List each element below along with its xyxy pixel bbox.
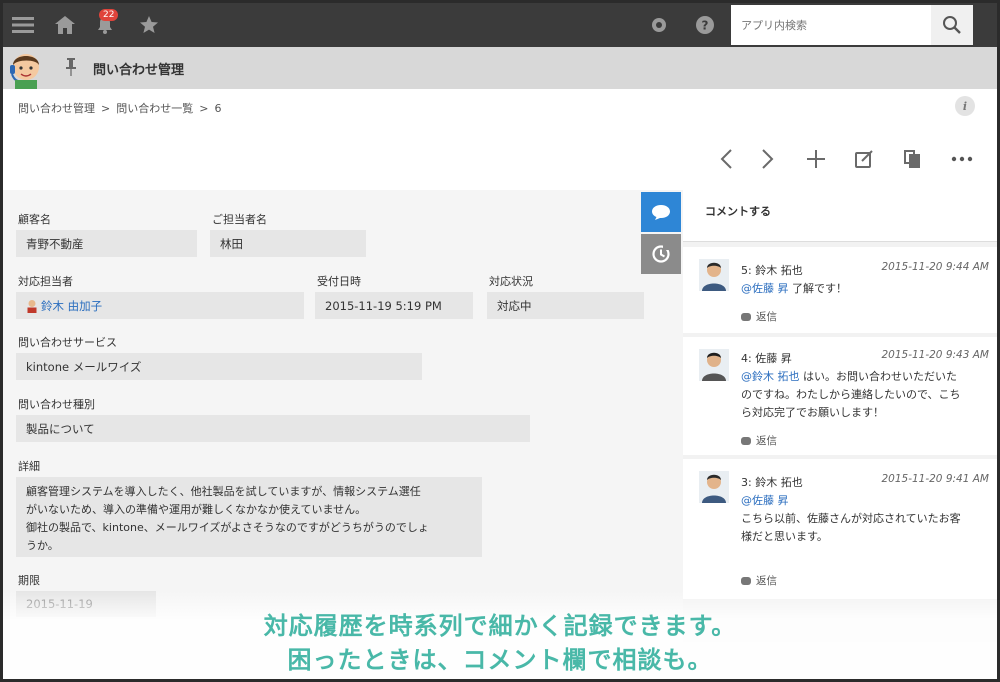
svg-text:?: ? xyxy=(702,19,709,33)
search-icon xyxy=(943,16,961,34)
detail-line: うか。 xyxy=(26,539,59,552)
comment-mention[interactable]: @鈴木 拓也 xyxy=(741,370,800,383)
type-value: 製品について xyxy=(16,415,530,442)
window-frame: 22 ? 問い合わせ xyxy=(0,0,1000,682)
history-tab[interactable] xyxy=(641,234,681,274)
comment-time: 2015-11-20 9:44 AM xyxy=(881,261,989,273)
comment-text: はい。お問い合わせいただいた xyxy=(799,370,957,383)
breadcrumb-separator: > xyxy=(101,102,111,115)
chevron-left-icon xyxy=(720,149,732,169)
comment-item: 3: 鈴木 拓也 2015-11-20 9:41 AM @佐藤 昇 こちら以前、… xyxy=(683,459,997,599)
service-label: 問い合わせサービス xyxy=(18,336,117,349)
avatar[interactable] xyxy=(699,471,729,503)
reply-button[interactable]: 返信 xyxy=(741,309,777,324)
detail-value: 顧客管理システムを導入したく、他社製品を試していますが、情報システム選任 がいな… xyxy=(16,477,482,557)
copy-icon xyxy=(904,150,920,168)
received-value: 2015-11-19 5:19 PM xyxy=(315,292,473,319)
reply-icon xyxy=(741,577,751,585)
star-icon[interactable] xyxy=(135,11,163,39)
breadcrumb: 問い合わせ管理 > 問い合わせ一覧 >6 xyxy=(18,100,227,116)
status-value: 対応中 xyxy=(487,292,644,319)
detail-line: 顧客管理システムを導入したく、他社製品を試していますが、情報システム選任 xyxy=(26,485,421,498)
comment-text: ら対応完了でお願いします！ xyxy=(741,406,884,419)
comment-body: @鈴木 拓也 はい。お問い合わせいただいた のですね。わたしから連絡したいので、… xyxy=(741,368,991,422)
plus-icon xyxy=(807,150,825,168)
assignee-value: 鈴木 由加子 xyxy=(16,292,304,319)
comment-input-placeholder: コメントする xyxy=(705,205,771,218)
comment-body: @佐藤 昇 こちら以前、佐藤さんが対応されていたお客 様だと思います。 xyxy=(741,492,991,546)
status-label: 対応状況 xyxy=(489,275,533,288)
more-options-button[interactable] xyxy=(949,146,975,172)
comment-body: @佐藤 昇 了解です！ xyxy=(741,280,991,298)
caption-line-2: 困ったときは、コメント欄で相談も。 xyxy=(287,646,713,674)
breadcrumb-record: 6 xyxy=(214,102,222,115)
comment-text: 了解です！ xyxy=(788,282,847,295)
gear-icon[interactable] xyxy=(645,11,673,39)
reply-label: 返信 xyxy=(756,575,777,587)
duplicate-record-button[interactable] xyxy=(899,146,925,172)
contact-label: ご担当者名 xyxy=(212,213,267,226)
deadline-label: 期限 xyxy=(18,574,40,587)
add-record-button[interactable] xyxy=(803,146,829,172)
search-input[interactable] xyxy=(731,5,931,45)
comment-icon xyxy=(652,205,670,220)
breadcrumb-list[interactable]: 問い合わせ一覧 xyxy=(116,102,193,115)
edit-icon xyxy=(855,150,873,168)
edit-record-button[interactable] xyxy=(851,146,877,172)
avatar[interactable] xyxy=(699,349,729,381)
pin-icon[interactable] xyxy=(65,57,77,81)
comment-input[interactable]: コメントする xyxy=(683,190,997,242)
assignee-label: 対応担当者 xyxy=(18,275,73,288)
contact-value: 林田 xyxy=(210,230,366,257)
info-icon[interactable]: i xyxy=(955,96,975,116)
assignee-link[interactable]: 鈴木 由加子 xyxy=(41,298,102,314)
detail-label: 詳細 xyxy=(18,460,40,473)
comment-mention[interactable]: @佐藤 昇 xyxy=(741,282,789,295)
customer-value: 青野不動産 xyxy=(16,230,197,257)
comment-time: 2015-11-20 9:43 AM xyxy=(881,349,989,361)
service-value: kintone メールワイズ xyxy=(16,353,422,380)
detail-line: 御社の製品で、kintone、メールワイズがよさそうなのですがどうちがうのでしょ xyxy=(26,521,429,534)
reply-icon xyxy=(741,437,751,445)
ellipsis-icon xyxy=(951,156,973,162)
app-title[interactable]: 問い合わせ管理 xyxy=(93,59,184,78)
avatar[interactable] xyxy=(699,259,729,291)
global-header: 22 ? xyxy=(3,3,997,47)
reply-label: 返信 xyxy=(756,435,777,447)
menu-icon[interactable] xyxy=(9,11,37,39)
previous-record-button[interactable] xyxy=(713,146,739,172)
breadcrumb-app[interactable]: 問い合わせ管理 xyxy=(18,102,95,115)
comment-time: 2015-11-20 9:41 AM xyxy=(881,473,989,485)
received-label: 受付日時 xyxy=(317,275,361,288)
app-header: 問い合わせ管理 xyxy=(3,47,997,89)
reply-button[interactable]: 返信 xyxy=(741,433,777,448)
caption-line-1: 対応履歴を時系列で細かく記録できます。 xyxy=(263,612,737,640)
user-icon xyxy=(27,299,37,313)
type-label: 問い合わせ種別 xyxy=(18,398,95,411)
comment-author[interactable]: 3: 鈴木 拓也 xyxy=(741,474,803,490)
comments-tab[interactable] xyxy=(641,192,681,232)
comment-mention[interactable]: @佐藤 昇 xyxy=(741,494,789,507)
next-record-button[interactable] xyxy=(755,146,781,172)
breadcrumb-separator: > xyxy=(199,102,209,115)
detail-line: がいないため、導入の準備や運用が難しくなかなか使えていません。 xyxy=(26,503,367,516)
home-icon[interactable] xyxy=(51,11,79,39)
user-avatar[interactable] xyxy=(9,47,43,89)
reply-button[interactable]: 返信 xyxy=(741,573,777,588)
reply-icon xyxy=(741,313,751,321)
chevron-right-icon xyxy=(762,149,774,169)
reply-label: 返信 xyxy=(756,311,777,323)
notification-badge: 22 xyxy=(99,9,119,21)
comment-text: 様だと思います。 xyxy=(741,530,828,543)
search-button[interactable] xyxy=(931,5,973,45)
comment-author[interactable]: 4: 佐藤 昇 xyxy=(741,350,792,366)
customer-label: 顧客名 xyxy=(18,213,51,226)
comment-text: のですね。わたしから連絡したいので、こち xyxy=(741,388,961,401)
comment-author[interactable]: 5: 鈴木 拓也 xyxy=(741,262,803,278)
help-icon[interactable]: ? xyxy=(691,11,719,39)
comment-item: 4: 佐藤 昇 2015-11-20 9:43 AM @鈴木 拓也 はい。お問い… xyxy=(683,337,997,455)
comment-item: 5: 鈴木 拓也 2015-11-20 9:44 AM @佐藤 昇 了解です！ … xyxy=(683,247,997,333)
comment-text: こちら以前、佐藤さんが対応されていたお客 xyxy=(741,512,961,525)
history-icon xyxy=(652,245,670,263)
